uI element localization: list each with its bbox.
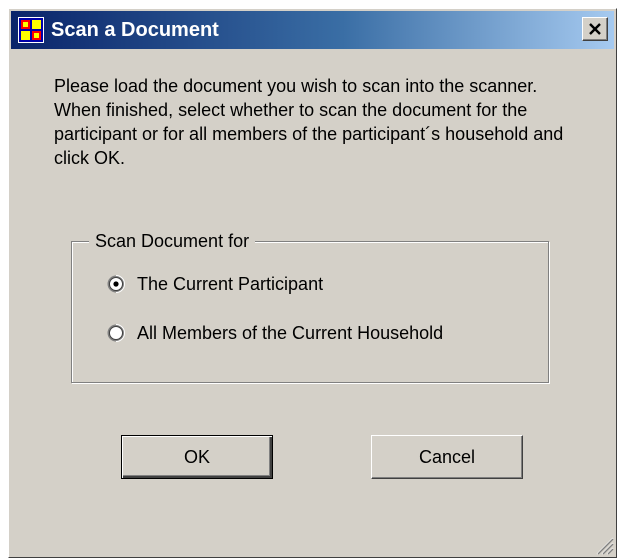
radio-label: The Current Participant: [137, 274, 324, 294]
resize-grip-icon[interactable]: [592, 533, 614, 555]
radio-current-participant[interactable]: The Current Participant: [107, 271, 323, 297]
title-bar[interactable]: Scan a Document: [11, 11, 614, 49]
close-button[interactable]: [582, 17, 608, 41]
scan-document-for-group: [71, 241, 549, 383]
radio-selected-icon[interactable]: [107, 275, 125, 293]
scan-document-dialog: Scan a Document Please load the document…: [8, 8, 617, 558]
cancel-button[interactable]: Cancel: [371, 435, 523, 479]
ok-button[interactable]: OK: [121, 435, 273, 479]
radio-all-household-members[interactable]: All Members of the Current Household: [107, 320, 443, 346]
form-app-icon: [18, 17, 44, 43]
radio-unselected-icon[interactable]: [107, 324, 125, 342]
instructions-text: Please load the document you wish to sca…: [54, 76, 564, 168]
group-legend: Scan Document for: [89, 229, 256, 253]
radio-label: All Members of the Current Household: [137, 323, 444, 343]
window-title: Scan a Document: [51, 19, 219, 41]
close-x-icon: [589, 23, 601, 35]
